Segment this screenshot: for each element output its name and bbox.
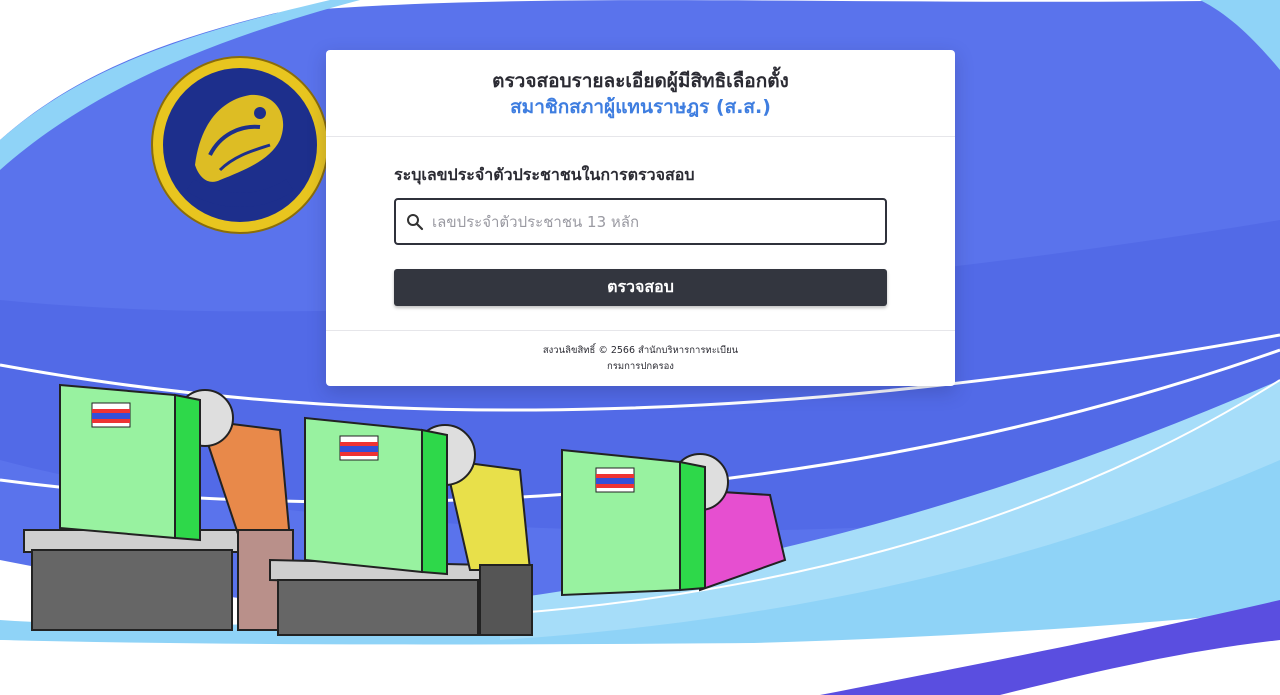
department-emblem-logo — [151, 56, 329, 234]
footer: สงวนลิขสิทธิ์ © 2566 สำนักบริหารการทะเบี… — [326, 331, 955, 375]
voter-check-card: ตรวจสอบรายละเอียดผู้มีสิทธิเลือกตั้ง สมา… — [326, 50, 955, 386]
search-icon — [407, 213, 424, 230]
copyright-text: สงวนลิขสิทธิ์ © 2566 สำนักบริหารการทะเบี… — [542, 345, 739, 356]
search-form: ระบุเลขประจำตัวประชาชนในการตรวจสอบ ตรวจส… — [326, 137, 955, 331]
check-button[interactable]: ตรวจสอบ — [394, 269, 887, 306]
page-subtitle: สมาชิกสภาผู้แทนราษฎร (ส.ส.) — [510, 96, 771, 118]
page-background: ตรวจสอบรายละเอียดผู้มีสิทธิเลือกตั้ง สมา… — [0, 0, 1280, 695]
id-input-wrapper[interactable] — [394, 198, 887, 245]
citizen-id-input[interactable] — [430, 211, 874, 232]
card-header: ตรวจสอบรายละเอียดผู้มีสิทธิเลือกตั้ง สมา… — [326, 50, 955, 137]
page-title: ตรวจสอบรายละเอียดผู้มีสิทธิเลือกตั้ง — [492, 70, 789, 92]
org-name: กรมการปกครอง — [607, 361, 674, 372]
id-field-label: ระบุเลขประจำตัวประชาชนในการตรวจสอบ — [394, 165, 695, 184]
